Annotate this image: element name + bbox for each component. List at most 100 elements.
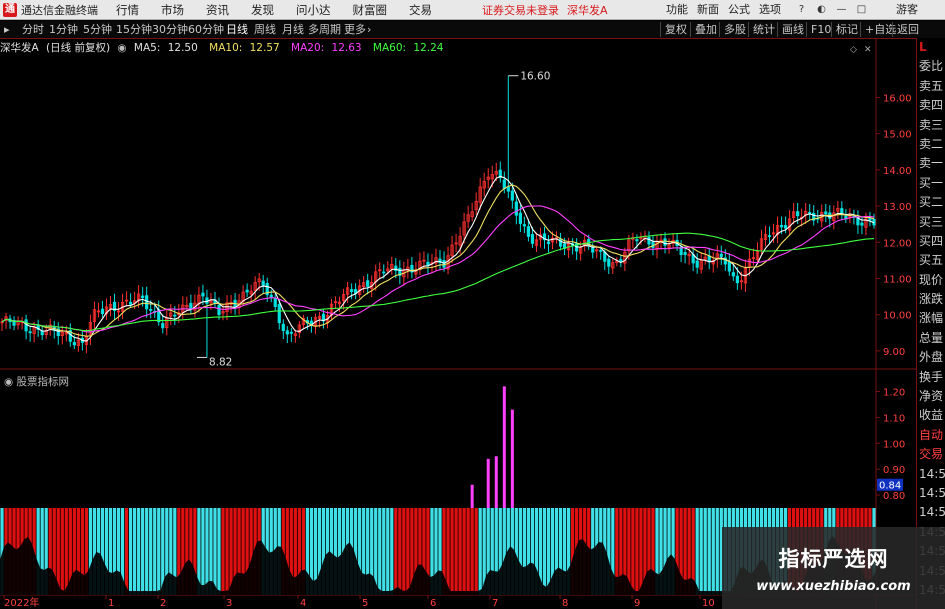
candle-body — [783, 225, 788, 229]
candle-body — [522, 224, 526, 227]
period-monthly[interactable]: 月线 — [282, 23, 304, 37]
candle-body — [128, 301, 133, 305]
period-1min[interactable]: 1分钟 — [49, 23, 78, 37]
signal-bar — [715, 508, 719, 595]
signal-bar — [394, 508, 398, 595]
tool-back[interactable]: 返回 — [892, 22, 919, 37]
menu-wenxiaoda[interactable]: 问小达 — [296, 2, 331, 18]
menu-caifuquan[interactable]: 财富圈 — [353, 2, 388, 18]
panel-item[interactable]: 卖三 — [917, 116, 945, 135]
trade-login-notice[interactable]: 证券交易未登录 — [482, 2, 559, 18]
tool-tongji[interactable]: 统计 — [748, 22, 775, 37]
panel-item[interactable]: 净资 — [917, 387, 945, 406]
panel-level-label[interactable]: L — [917, 38, 945, 57]
tool-biaoji[interactable]: 标记 — [831, 22, 858, 37]
candle-body — [173, 314, 177, 317]
panel-item[interactable]: 卖二 — [917, 135, 945, 154]
ma60-line — [1, 232, 875, 332]
signal-bar — [378, 508, 382, 595]
period-60min[interactable]: 60分钟 — [188, 23, 224, 37]
menu-faxian[interactable]: 发现 — [251, 2, 274, 18]
tool-duogu[interactable]: 多股 — [719, 22, 746, 37]
menu-gongshi[interactable]: 公式 — [728, 0, 750, 20]
period-fenshi-icon[interactable]: ▸ — [4, 23, 10, 37]
candle-body — [350, 289, 354, 293]
panel-item[interactable]: 涨跌 — [917, 290, 945, 309]
panel-item[interactable]: 14:55 — [917, 465, 945, 484]
tool-add-watchlist[interactable]: +自选 — [860, 22, 896, 37]
panel-item[interactable]: 委比 — [917, 57, 945, 76]
signal-bar — [450, 508, 454, 595]
maximize-icon[interactable]: □ — [855, 3, 868, 16]
candle-body — [189, 302, 193, 310]
period-weekly[interactable]: 周线 — [254, 23, 276, 37]
tool-huaxian[interactable]: 画线 — [777, 22, 804, 37]
period-more[interactable]: 更多 — [344, 23, 366, 37]
minimize-icon[interactable]: — — [835, 3, 848, 16]
period-30min[interactable]: 30分钟 — [152, 23, 188, 37]
stock-chart[interactable]: 16.0015.0014.0013.0012.0011.0010.009.001… — [0, 38, 916, 609]
period-15min[interactable]: 15分钟 — [116, 23, 152, 37]
guest-user[interactable]: 游客 — [896, 0, 918, 20]
panel-item[interactable]: 收益 — [917, 406, 945, 425]
menu-xuanxiang[interactable]: 选项 — [759, 0, 781, 20]
panel-item[interactable]: 卖四 — [917, 96, 945, 115]
period-daily[interactable]: 日线 — [226, 23, 248, 37]
indicator-pink-bar — [510, 409, 514, 508]
panel-item[interactable]: 14:55 — [917, 503, 945, 522]
watermark-title: 指标严选网 — [778, 547, 889, 571]
signal-bar — [699, 508, 703, 595]
tool-diejia[interactable]: 叠加 — [690, 22, 717, 37]
panel-item[interactable]: 卖五 — [917, 77, 945, 96]
panel-item[interactable]: 涨幅 — [917, 309, 945, 328]
quote-side-panel: L 委比 卖五 卖四 卖三 卖二 卖一 买一 买二 买三 买四 买五 现价 涨跌 涨幅 总量 外盘 换手 净资 收益… — [916, 38, 945, 609]
panel-item[interactable]: 买五 — [917, 251, 945, 270]
signal-bar — [213, 508, 217, 595]
tool-f10[interactable]: F10 — [806, 22, 831, 37]
help-icon[interactable]: ? — [795, 3, 808, 16]
panel-item[interactable]: 买一 — [917, 174, 945, 193]
menu-gongneng[interactable]: 功能 — [666, 0, 688, 20]
menu-zixun[interactable]: 资讯 — [206, 2, 229, 18]
signal-bar — [458, 508, 462, 595]
x-tick-label: 6 — [430, 598, 436, 609]
panel-item[interactable]: 换手 — [917, 368, 945, 387]
tool-fuquan[interactable]: 复权 — [660, 22, 687, 37]
menu-jiaoyi[interactable]: 交易 — [409, 2, 432, 18]
menu-hangqing[interactable]: 行情 — [116, 2, 139, 18]
skin-icon[interactable]: ◐ — [815, 3, 828, 16]
panel-item[interactable]: 卖一 — [917, 154, 945, 173]
panel-item[interactable]: 买三 — [917, 213, 945, 232]
chart-info-line: 深华发A (日线 前复权) ◉ MA5: 12.50 MA10: 12.57 M… — [0, 40, 876, 54]
settings-circle-icon[interactable]: ◉ — [117, 42, 126, 54]
period-5min[interactable]: 5分钟 — [83, 23, 112, 37]
candle-body — [366, 280, 370, 287]
chevron-right-icon[interactable]: › — [367, 23, 371, 37]
panel-item[interactable]: 买四 — [917, 232, 945, 251]
panel-item[interactable]: 14:55 — [917, 484, 945, 503]
panel-item[interactable]: 外盘 — [917, 348, 945, 367]
signal-bar — [124, 508, 129, 595]
menu-xinmian[interactable]: 新面 — [697, 0, 719, 20]
panel-item[interactable]: 总量 — [917, 329, 945, 348]
candle-body — [518, 212, 522, 224]
period-fenshi[interactable]: 分时 — [22, 23, 44, 37]
panel-item[interactable]: 现价 — [917, 271, 945, 290]
app-logo-icon: 通 — [3, 2, 17, 17]
signal-bar — [133, 508, 137, 595]
panel-item[interactable]: 交易 — [917, 445, 945, 464]
signal-bar — [382, 508, 386, 595]
menu-shichang[interactable]: 市场 — [161, 2, 184, 18]
x-tick-label: 2 — [160, 598, 166, 609]
signal-bar — [221, 508, 225, 595]
panel-item[interactable]: 买二 — [917, 193, 945, 212]
indicator-pink-bar — [470, 484, 474, 508]
panel-item[interactable]: 自动 — [917, 426, 945, 445]
candle-body — [141, 295, 145, 299]
signal-bar — [145, 508, 149, 595]
signal-bar — [386, 508, 390, 595]
menu-bar: 通 通达信金融终端 行情 市场 资讯 发现 问小达 财富圈 交易 证券交易未登录… — [0, 0, 945, 20]
candle-body — [796, 211, 800, 217]
period-multi[interactable]: 多周期 — [308, 23, 341, 37]
candle-body — [860, 222, 864, 226]
